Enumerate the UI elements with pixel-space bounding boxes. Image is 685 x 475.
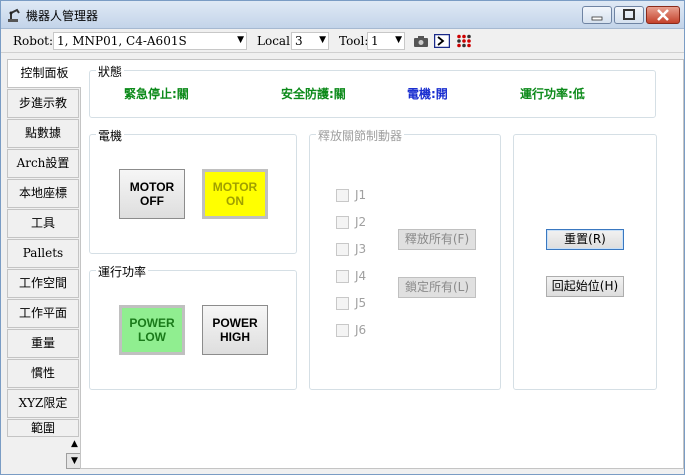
actions-group: 重置(R) 回起始位(H) xyxy=(513,134,657,390)
robot-manager-window: 機器人管理器 Robot: 1, MNP01, C4-A601S ▼ Local… xyxy=(0,0,685,475)
tab-local[interactable]: 本地座標 xyxy=(7,179,79,208)
command-window-icon[interactable] xyxy=(434,34,450,48)
sidebar-tabs: 控制面板 步進示教 點數據 Arch設置 本地座標 工具 Pallets 工作空… xyxy=(7,59,83,469)
tab-label: 範圍 xyxy=(30,421,55,435)
j6-checkbox[interactable] xyxy=(336,324,349,337)
tab-range[interactable]: 範圍 xyxy=(7,419,79,437)
brake-group-title: 釋放關節制動器 xyxy=(316,127,405,144)
power-high-line1: POWER xyxy=(212,316,258,330)
motor-off-line1: MOTOR xyxy=(129,180,175,194)
power-group-title: 運行功率 xyxy=(96,263,149,280)
chevron-up-icon: ▲ xyxy=(71,439,78,449)
status-group-title: 狀態 xyxy=(96,63,125,80)
robot-select[interactable]: 1, MNP01, C4-A601S ▼ xyxy=(53,32,247,50)
tab-label: 工具 xyxy=(30,216,55,230)
tab-points[interactable]: 點數據 xyxy=(7,119,79,148)
motor-off-button[interactable]: MOTOR OFF xyxy=(119,169,185,219)
j4-checkbox[interactable] xyxy=(336,270,349,283)
chevron-down-icon: ▼ xyxy=(237,35,244,45)
motor-on-button[interactable]: MOTOR ON xyxy=(202,169,268,219)
robot-toolbar: Robot: 1, MNP01, C4-A601S ▼ Local: 3 ▼ T… xyxy=(1,29,684,53)
motor-status: 電機:開 xyxy=(407,87,448,101)
local-select[interactable]: 3 ▼ xyxy=(291,32,329,50)
local-label: Local: xyxy=(257,34,294,48)
tab-xyz-limits[interactable]: XYZ限定 xyxy=(7,389,79,418)
tab-label: Arch設置 xyxy=(16,156,70,170)
motor-group: 電機 MOTOR OFF MOTOR ON xyxy=(89,127,297,254)
j1-label: J1 xyxy=(355,188,367,202)
power-low-line1: POWER xyxy=(129,316,175,330)
maximize-button[interactable] xyxy=(614,6,644,24)
tab-inertia[interactable]: 慣性 xyxy=(7,359,79,388)
status-group: 狀態 緊急停止:關 安全防護:關 電機:開 運行功率:低 xyxy=(89,63,656,118)
tab-label: 慣性 xyxy=(30,366,55,380)
minimize-icon xyxy=(591,16,603,21)
power-low-line2: LOW xyxy=(138,330,166,344)
tab-label: 本地座標 xyxy=(18,186,67,200)
motor-off-line2: OFF xyxy=(139,194,164,208)
tab-jog-teach[interactable]: 步進示教 xyxy=(7,89,79,118)
power-low-button[interactable]: POWER LOW xyxy=(119,305,185,355)
robot-label: Robot: xyxy=(13,34,54,48)
tab-work-plane[interactable]: 工作平面 xyxy=(7,299,79,328)
tab-weight[interactable]: 重量 xyxy=(7,329,79,358)
robot-arm-icon xyxy=(8,8,20,22)
j3-label: J3 xyxy=(355,242,367,256)
tab-label: 工作平面 xyxy=(18,306,67,320)
j4-label: J4 xyxy=(355,269,367,283)
tab-tools[interactable]: 工具 xyxy=(7,209,79,238)
motor-group-title: 電機 xyxy=(96,127,125,144)
tab-workspace[interactable]: 工作空間 xyxy=(7,269,79,298)
camera-icon[interactable] xyxy=(413,34,429,48)
j5-checkbox[interactable] xyxy=(336,297,349,310)
j2-label: J2 xyxy=(355,215,367,229)
tab-label: Pallets xyxy=(22,246,64,260)
power-group: 運行功率 POWER LOW POWER HIGH xyxy=(89,263,297,390)
control-panel: 狀態 緊急停止:關 安全防護:關 電機:開 運行功率:低 電機 MOTOR OFF… xyxy=(80,59,684,469)
j1-checkbox[interactable] xyxy=(336,189,349,202)
motor-on-line2: ON xyxy=(225,194,244,208)
tab-label: 重量 xyxy=(30,336,55,350)
tool-select-value: 1 xyxy=(371,34,379,48)
j3-checkbox[interactable] xyxy=(336,243,349,256)
chevron-down-icon: ▼ xyxy=(395,35,402,45)
safeguard-status: 安全防護:關 xyxy=(281,87,346,101)
tab-label: 工作空間 xyxy=(18,276,67,290)
tab-pallets[interactable]: Pallets xyxy=(7,239,79,268)
power-high-button[interactable]: POWER HIGH xyxy=(202,305,268,355)
motor-on-line1: MOTOR xyxy=(212,180,258,194)
j6-label: J6 xyxy=(355,323,367,337)
close-button[interactable] xyxy=(646,6,680,24)
home-button[interactable]: 回起始位(H) xyxy=(546,276,624,297)
release-all-button[interactable]: 釋放所有(F) xyxy=(398,229,476,250)
tab-control-panel[interactable]: 控制面板 xyxy=(7,59,81,88)
robot-select-value: 1, MNP01, C4-A601S xyxy=(57,34,187,48)
tool-select[interactable]: 1 ▼ xyxy=(367,32,405,50)
brake-group: 釋放關節制動器 J1 J2 J3 J4 J5 J6 釋放所有(F) 鎖定所有(L… xyxy=(309,127,501,390)
tab-label: 步進示教 xyxy=(18,96,67,110)
estop-status: 緊急停止:關 xyxy=(124,87,189,101)
tab-label: 控制面板 xyxy=(20,66,69,80)
j2-checkbox[interactable] xyxy=(336,216,349,229)
tab-arch[interactable]: Arch設置 xyxy=(7,149,79,178)
lock-all-button[interactable]: 鎖定所有(L) xyxy=(398,277,476,298)
maximize-icon xyxy=(623,9,635,20)
tool-label: Tool: xyxy=(339,34,369,48)
reset-button[interactable]: 重置(R) xyxy=(546,229,624,250)
tab-label: XYZ限定 xyxy=(18,396,68,410)
title-bar[interactable]: 機器人管理器 xyxy=(1,1,684,29)
minimize-button[interactable] xyxy=(582,6,612,24)
power-high-line2: HIGH xyxy=(220,330,250,344)
io-monitor-icon[interactable] xyxy=(456,34,472,48)
power-status: 運行功率:低 xyxy=(520,87,585,101)
window-title: 機器人管理器 xyxy=(26,9,99,23)
j5-label: J5 xyxy=(355,296,367,310)
local-select-value: 3 xyxy=(295,34,303,48)
chevron-down-icon: ▼ xyxy=(319,35,326,45)
tab-label: 點數據 xyxy=(24,126,61,140)
close-icon xyxy=(657,9,669,21)
chevron-down-icon: ▼ xyxy=(71,456,78,466)
